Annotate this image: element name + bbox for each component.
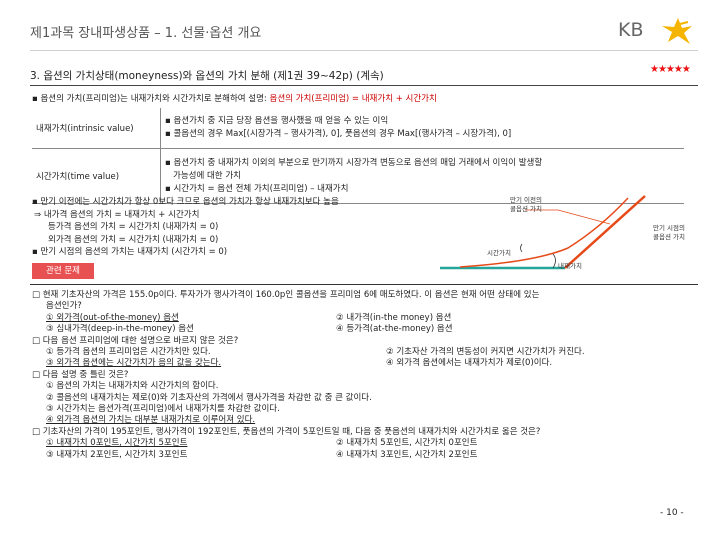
table-row: 내재가치(intrinsic value) ▪ 옵션가치 중 지금 당장 옵션을… [32,108,684,149]
label-intrinsic: 내재가치 [558,261,582,270]
note-line: ⇒ 내가격 옵션의 가치 = 내재가치 + 시간가치 [34,209,200,220]
expiry-value-line [564,195,646,269]
description-line: ▪ 옵션가치 중 지금 당장 옵션을 행사했을 때 얻을 수 있는 이익 [165,116,389,126]
answer-option[interactable]: ① 등가격 옵션의 프리미엄은 시간가치만 있다. [46,347,386,358]
header-divider [30,50,698,51]
answer-option[interactable]: ① 외가격(out-of-the-money) 옵션 [46,313,336,324]
answer-option[interactable]: ② 기초자산 가격의 변동성이 커지면 시간가치가 커진다. [386,347,585,357]
label-pre-expiry-2: 콜옵션 가치 [510,204,542,213]
note-line: 외가격 옵션의 가치 = 시간가치 (내재가치 = 0) [48,234,219,245]
answer-option[interactable]: ③ 외가격 옵션에는 시간가치가 음의 값을 갖는다. [46,358,386,369]
label-time-value: 시간가치 [487,248,511,257]
premium-formula: 옵션의 가치(프리미엄) = 내재가치 + 시간가치 [269,94,437,104]
answer-option[interactable]: ④ 등가격(at-the-money) 옵션 [336,324,453,334]
answer-option[interactable]: ② 콜옵션의 내재가치는 제로(0)와 기초자산의 가격에서 행사가격을 차감한… [32,393,702,404]
answer-option[interactable]: ③ 내재가치 2포인트, 시간가치 3포인트 [46,450,336,461]
question-text: □ 현재 기초자산의 가격은 155.0p이다. 투자가가 행사가격이 160.… [32,290,540,300]
intrinsic-brace [552,253,556,269]
answer-option[interactable]: ① 내재가치 0포인트, 시간가치 5포인트 [46,438,336,449]
answer-option[interactable]: ① 옵션의 가치는 내재가치와 시간가치의 합이다. [32,381,702,392]
label-expiry-2: 콜옵션 가치 [653,232,685,241]
answer-option[interactable]: ④ 외가격 옵션에서는 내재가치가 제로(0)이다. [386,358,552,368]
description-line: ▪ 옵션가치 중 내재가치 이외의 부분으로 만기까지 시장가격 변동으로 옵션… [165,157,543,168]
description-line: 가능성에 대한 가치 [173,170,241,181]
question-text: 옵션인가? [46,301,82,312]
answer-row: ① 등가격 옵션의 프리미엄은 시간가치만 있다. ② 기초자산 가격의 변동성이… [32,347,702,358]
question-text: □ 다음 옵션 프리미엄에 대한 설명으로 바르지 않은 것은? [32,335,239,346]
page-number: - 10 - [660,508,684,518]
note-line: ▪ 만기 이전에는 시간가치가 항상 0보다 크므로 옵션의 가치가 항상 내재… [32,197,339,207]
option-value-diagram: 만기 이전의 콜옵션 가치 만기 시점의 콜옵션 가치 시간가치 내재가치 [440,195,685,270]
importance-stars: ★★★★★ [650,64,691,75]
kb-logo: KB [618,16,700,46]
answer-option[interactable]: ④ 내재가치 3포인트, 시간가치 2포인트 [336,450,477,460]
description-line: ▪ 콜옵션의 경우 Max[(시장가격 – 행사가격), 0], 풋옵션의 경우… [165,129,512,139]
time-value-brace [520,243,523,253]
kb-star-icon [662,18,692,44]
answer-option[interactable]: ③ 시간가치는 옵션가격(프리미엄)에서 내재가치를 차감한 값이다. [32,404,702,415]
intro-line: ▪ 옵션의 가치(프리미엄)는 내재가치와 시간가치로 분해하여 설명: 옵션의… [32,92,437,104]
question-text: □ 기초자산의 가격이 195포인트, 행사가격이 192포인트, 풋옵션의 가… [32,426,541,437]
notes-block: ▪ 만기 이전에는 시간가치가 항상 0보다 크므로 옵션의 가치가 항상 내재… [32,196,339,259]
logo-text: KB [618,19,644,41]
intro-text: ▪ 옵션의 가치(프리미엄)는 내재가치와 시간가치로 분해하여 설명: [32,94,270,104]
answer-option[interactable]: ② 내재가치 5포인트, 시간가치 0포인트 [336,438,477,448]
answer-option[interactable]: ③ 심내가격(deep-in-the-money) 옵션 [46,324,336,335]
answer-row: ① 외가격(out-of-the-money) 옵션 ② 내가격(in-the m… [32,313,702,324]
answer-row: ③ 외가격 옵션에는 시간가치가 음의 값을 갖는다. ④ 외가격 옵션에서는 내… [32,358,702,369]
term-intrinsic: 내재가치(intrinsic value) [32,108,161,149]
related-questions-button[interactable]: 관련 문제 [32,263,94,279]
label-expiry-1: 만기 시점의 [653,223,685,232]
answer-row: ① 내재가치 0포인트, 시간가치 5포인트 ② 내재가치 5포인트, 시간가치 … [32,438,702,449]
answer-option[interactable]: ④ 외가격 옵션의 가치는 대부분 내재가치로 이루어져 있다. [32,415,702,426]
section-title: 3. 옵션의 가치상태(moneyness)와 옵션의 가치 분해 (제1권 3… [30,70,384,82]
term-description: ▪ 옵션가치 중 지금 당장 옵션을 행사했을 때 얻을 수 있는 이익 ▪ 콜… [160,108,684,149]
page-header-title: 제1과목 장내파생상품 – 1. 선물·옵션 개요 [30,26,262,41]
section-divider [30,85,698,86]
questions-divider [30,284,698,285]
answer-option[interactable]: ② 내가격(in-the money) 옵션 [336,313,451,323]
answer-row: ③ 내재가치 2포인트, 시간가치 3포인트 ④ 내재가치 3포인트, 시간가치 … [32,450,702,461]
pointer-line [557,209,611,225]
answer-row: ③ 심내가격(deep-in-the-money) 옵션 ④ 등가격(at-the… [32,324,702,335]
question-text: □ 다음 설명 중 틀린 것은? [32,369,129,380]
note-line: 등가격 옵션의 가치 = 시간가치 (내재가치 = 0) [48,222,219,232]
label-pre-expiry-1: 만기 이전의 [510,195,542,204]
related-questions: □ 현재 기초자산의 가격은 155.0p이다. 투자가가 행사가격이 160.… [32,290,702,461]
note-line: ▪ 만기 시점의 옵션의 가치는 내재가치 (시간가치 = 0) [32,247,228,257]
